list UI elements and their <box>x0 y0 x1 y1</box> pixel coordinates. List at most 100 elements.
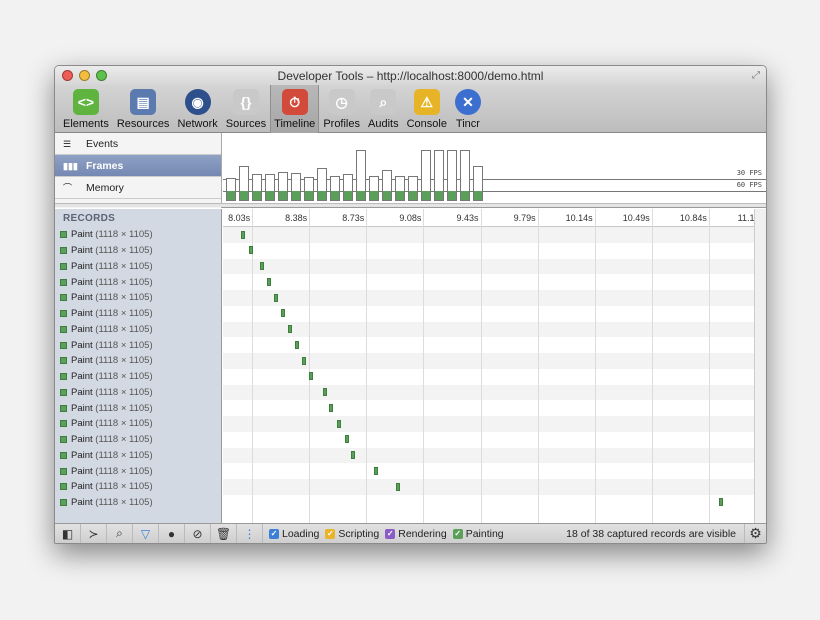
record-detail: (1118 × 1105) <box>95 449 153 461</box>
record-label: Paint <box>71 339 93 351</box>
gear-icon[interactable]: ⚙ <box>744 523 766 543</box>
record-row[interactable]: Paint (1118 × 1105) <box>55 306 221 322</box>
tab-profiles[interactable]: ◷ Profiles <box>319 85 364 133</box>
garbage-collect-icon[interactable]: 🗑 <box>211 523 237 543</box>
frame-bar[interactable] <box>369 176 379 201</box>
paint-record-bar[interactable] <box>329 403 334 412</box>
paint-record-bar[interactable] <box>374 466 379 475</box>
paint-record-bar[interactable] <box>248 246 253 255</box>
zoom-button[interactable] <box>96 70 107 81</box>
console-icon: ⚠ <box>413 89 440 115</box>
frame-bar[interactable] <box>343 174 353 201</box>
close-button[interactable] <box>62 70 73 81</box>
record-row[interactable]: Paint (1118 × 1105) <box>55 479 221 495</box>
record-label: Paint <box>71 323 93 335</box>
tab-sources[interactable]: {} Sources <box>222 85 270 133</box>
frames-overview-chart[interactable]: 30 FPS 60 FPS <box>223 133 766 208</box>
tab-timeline[interactable]: ⏱ Timeline <box>270 85 320 133</box>
frame-bar[interactable] <box>265 174 275 201</box>
filter-icon[interactable]: ▽ <box>133 523 159 543</box>
time-tick-label: 8.03s <box>228 213 251 223</box>
record-row[interactable]: Paint (1118 × 1105) <box>55 259 221 275</box>
filter-loading-checkbox[interactable]: ✓ Loading <box>269 528 319 540</box>
paint-record-bar[interactable] <box>295 340 300 349</box>
record-row[interactable]: Paint (1118 × 1105) <box>55 463 221 479</box>
record-row[interactable]: Paint (1118 × 1105) <box>55 416 221 432</box>
frame-bar[interactable] <box>330 176 340 201</box>
records-timeline-grid[interactable]: 8.03s 8.38s 8.73s 9.08s 9.43s 9.79s 10.14s 10.4… <box>223 209 756 525</box>
paint-record-bar[interactable] <box>267 277 272 286</box>
tab-console[interactable]: ⚠ Console <box>403 85 451 133</box>
frame-bar[interactable] <box>434 150 444 201</box>
record-row[interactable]: Paint (1118 × 1105) <box>55 369 221 385</box>
paint-record-bar[interactable] <box>344 435 349 444</box>
frame-bar[interactable] <box>447 150 457 201</box>
paint-record-bar[interactable] <box>259 262 264 270</box>
frame-bar[interactable] <box>382 170 392 201</box>
clear-icon[interactable]: ⊘ <box>185 523 211 543</box>
tab-tincr[interactable]: ✕ Tincr <box>451 85 485 133</box>
glue-records-icon[interactable]: ⋮ <box>237 523 263 543</box>
dock-toggle-icon[interactable]: ◧ <box>55 523 81 543</box>
title-bar: Developer Tools – http://localhost:8000/… <box>55 66 766 85</box>
record-row[interactable]: Paint (1118 × 1105) <box>55 448 221 464</box>
paint-record-bar[interactable] <box>323 388 328 396</box>
record-icon[interactable]: ● <box>159 523 185 543</box>
frame-bar[interactable] <box>291 173 301 201</box>
record-row[interactable]: Paint (1118 × 1105) <box>55 432 221 448</box>
record-row[interactable]: Paint (1118 × 1105) <box>55 227 221 243</box>
paint-record-bar[interactable] <box>719 498 724 507</box>
frame-bar[interactable] <box>460 150 470 201</box>
filter-scripting-checkbox[interactable]: ✓ Scripting <box>325 528 379 540</box>
paint-record-bar[interactable] <box>309 372 314 381</box>
record-detail: (1118 × 1105) <box>95 292 153 304</box>
tab-resources[interactable]: ▤ Resources <box>113 85 174 133</box>
record-row[interactable]: Paint (1118 × 1105) <box>55 385 221 401</box>
frame-bar[interactable] <box>408 176 418 201</box>
record-label: Paint <box>71 434 93 446</box>
record-row[interactable]: Paint (1118 × 1105) <box>55 274 221 290</box>
tab-elements[interactable]: <> Elements <box>59 85 113 133</box>
search-icon[interactable]: ⌕ <box>107 523 133 543</box>
paint-record-bar[interactable] <box>301 356 306 365</box>
overview-item-frames[interactable]: ▮▮▮ Frames <box>55 155 221 177</box>
overview-item-memory[interactable]: ⌒ Memory <box>55 177 221 199</box>
frame-bar[interactable] <box>473 166 483 201</box>
minimize-button[interactable] <box>79 70 90 81</box>
paint-record-bar[interactable] <box>337 419 342 428</box>
filter-rendering-checkbox[interactable]: ✓ Rendering <box>385 528 447 540</box>
tab-audits[interactable]: ⌕ Audits <box>364 85 403 133</box>
record-row[interactable]: Paint (1118 × 1105) <box>55 353 221 369</box>
record-row[interactable]: Paint (1118 × 1105) <box>55 337 221 353</box>
frame-bar[interactable] <box>317 168 327 201</box>
record-row[interactable]: Paint (1118 × 1105) <box>55 243 221 259</box>
paint-record-bar[interactable] <box>241 230 246 239</box>
console-drawer-icon[interactable]: ≻ <box>81 523 107 543</box>
fullscreen-icon[interactable]: ⤢ <box>752 70 760 81</box>
frame-bar[interactable] <box>304 177 314 201</box>
frame-bar[interactable] <box>239 166 249 201</box>
filter-painting-checkbox[interactable]: ✓ Painting <box>452 528 504 540</box>
frame-bar[interactable] <box>252 174 262 201</box>
frame-bar[interactable] <box>226 178 236 201</box>
tab-network[interactable]: ◉ Network <box>173 85 221 133</box>
frame-bar[interactable] <box>395 176 405 201</box>
paint-record-bar[interactable] <box>273 293 278 302</box>
overview-divider[interactable] <box>55 203 766 207</box>
overview-item-events[interactable]: ☰ Events <box>55 133 221 155</box>
frame-bar[interactable] <box>356 150 366 201</box>
record-row[interactable]: Paint (1118 × 1105) <box>55 400 221 416</box>
paint-record-bar[interactable] <box>281 309 286 318</box>
record-row[interactable]: Paint (1118 × 1105) <box>55 290 221 306</box>
paint-record-bar[interactable] <box>351 451 356 459</box>
time-tick-label: 10.84s <box>679 213 707 223</box>
vertical-scrollbar[interactable] <box>754 209 766 525</box>
frame-bar[interactable] <box>421 150 431 201</box>
paint-record-bar[interactable] <box>395 482 400 491</box>
record-row[interactable]: Paint (1118 × 1105) <box>55 495 221 511</box>
paint-record-bar[interactable] <box>287 325 292 333</box>
record-detail: (1118 × 1105) <box>95 323 153 335</box>
record-row[interactable]: Paint (1118 × 1105) <box>55 322 221 338</box>
filter-label: Scripting <box>338 527 380 540</box>
frame-bar[interactable] <box>278 172 288 201</box>
